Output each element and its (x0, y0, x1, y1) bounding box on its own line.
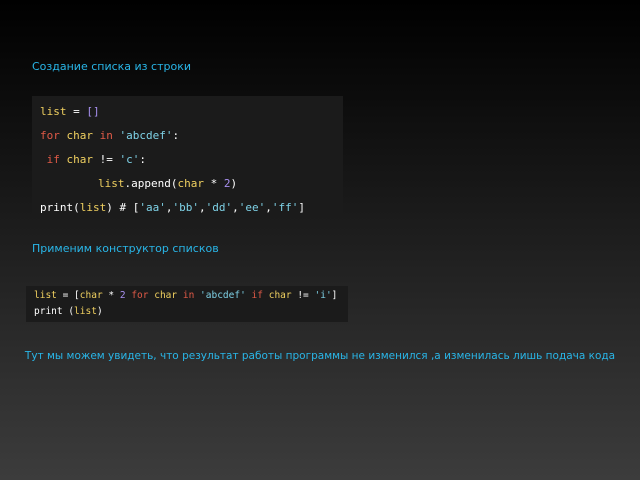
code-token: 'ff' (271, 201, 299, 214)
code-token: 'i' (314, 290, 332, 301)
code-token: [] (86, 105, 100, 118)
code-token: ] (298, 201, 305, 214)
code-block-comprehension: list = [char * 2 for char in 'abcdef' if… (26, 286, 348, 322)
code-token: for (131, 290, 149, 301)
code-token: char (79, 290, 103, 301)
code-token: print ( (34, 306, 75, 317)
code-token: , (232, 201, 239, 214)
code-token: = (66, 105, 87, 118)
code-token: 'ee' (238, 201, 266, 214)
code-token: if (251, 290, 263, 301)
code-token: , (265, 201, 272, 214)
code-token: char (66, 153, 94, 166)
code-token: list (98, 177, 125, 190)
code-block-loop: list = [] for char in 'abcdef': if char … (32, 96, 343, 218)
section-heading-create-list: Создание списка из строки (32, 60, 191, 73)
code-token: char (154, 290, 178, 301)
code-token: list (40, 105, 67, 118)
code-token: in (182, 290, 195, 301)
code-token: != (93, 153, 120, 166)
code-token: char (268, 290, 292, 301)
code-token: = [ (56, 290, 80, 301)
code-token: , (165, 201, 173, 214)
code-token: * (102, 290, 120, 301)
code-line: for char in 'abcdef': (40, 129, 179, 142)
code-token: 'dd' (205, 201, 233, 214)
code-token: print( (40, 201, 80, 214)
code-token: : (172, 129, 180, 142)
code-token: if (40, 153, 60, 166)
code-line: print(list) # ['aa','bb','dd','ee','ff'] (40, 201, 305, 214)
code-token: != (291, 290, 315, 301)
code-line: list.append(char * 2) (98, 177, 237, 190)
code-token: .append( (124, 177, 178, 190)
code-token: * (203, 177, 224, 190)
code-token: ) # [ (106, 201, 140, 214)
code-token: 'abcdef' (200, 290, 246, 301)
code-token: char (66, 129, 94, 142)
code-token: 'abcdef' (119, 129, 173, 142)
code-token: 'bb' (172, 201, 200, 214)
code-line: list = [] (40, 105, 100, 118)
section-heading-list-comprehension: Применим конструктор списков (32, 242, 219, 255)
code-token: , (199, 201, 206, 214)
code-token: in (99, 129, 113, 142)
code-token: list (74, 306, 97, 317)
code-token: for (40, 129, 60, 142)
code-line: print (list) (34, 306, 103, 317)
code-token: ) (96, 306, 103, 317)
conclusion-note: Тут мы можем увидеть, что результат рабо… (24, 350, 616, 362)
code-token: : (139, 153, 146, 166)
code-token: list (79, 201, 107, 214)
code-token: char (177, 177, 204, 190)
code-token: ] (331, 290, 338, 301)
code-line: if char != 'c': (40, 153, 146, 166)
code-line: list = [char * 2 for char in 'abcdef' if… (34, 290, 337, 301)
code-token: list (34, 290, 57, 301)
code-token: 'aa' (139, 201, 166, 214)
code-token: 'c' (119, 153, 140, 166)
code-token: ) (230, 177, 238, 190)
